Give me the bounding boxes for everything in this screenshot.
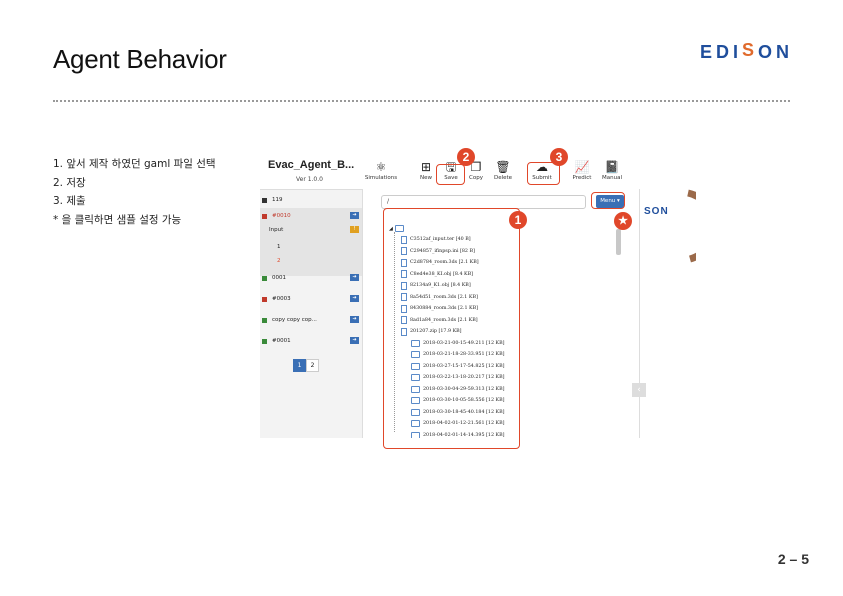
preview-panel: SON ‹ [632,189,696,438]
logo-arc-graphic [687,189,696,263]
status-icon [262,318,267,323]
preview-logo-text: SON [644,206,669,217]
save-highlight [436,164,465,185]
instruction-step-1: 1. 앞서 제작 하였던 gaml 파일 선택 [53,158,216,170]
predict-icon: 📈 [574,160,590,174]
menu-highlight [591,192,625,209]
arrow-icon[interactable]: ➜ [350,274,359,281]
prev-arrow-icon[interactable]: ‹ [632,383,646,397]
page-1-button[interactable]: 1 [293,359,306,372]
pagination: 1 2 [293,359,319,372]
file-tree-highlight [383,208,520,449]
arrow-icon[interactable]: ➜ [350,295,359,302]
page-number: 2 – 5 [777,551,809,567]
sidebar-subitem-input[interactable]: Input [269,227,283,233]
status-icon [262,214,267,219]
edison-logo: EDI S ON [700,40,794,62]
page-2-button[interactable]: 2 [306,359,319,372]
folder-icon [262,198,267,203]
app-version: Ver 1.0.0 [296,176,323,183]
path-input[interactable]: / [381,195,586,209]
arrow-icon[interactable]: ➜ [350,316,359,323]
instructions: 1. 앞서 제작 하였던 gaml 파일 선택 2. 저장 3. 제출 * 을 … [53,155,216,229]
app-title: Evac_Agent_B... [268,159,355,171]
callout-badge-1: 1 [509,211,527,229]
sidebar-subitem-2[interactable]: 2 [277,258,281,264]
sidebar-item-0003[interactable]: #0003 ➜ [260,291,362,311]
predict-button[interactable]: 📈 Predict [565,159,599,181]
book-icon: 📓 [604,160,620,174]
callout-badge-2: 2 [457,148,475,166]
instruction-step-3: 3. 제출 [53,195,86,207]
sidebar-item-copy[interactable]: copy copy cop... ➜ [260,312,362,332]
sidebar-item-0001b[interactable]: #0001 ➜ [260,333,362,353]
callout-badge-3: 3 [550,148,568,166]
manual-button[interactable]: 📓 Manual [595,159,629,181]
sidebar-item-0001[interactable]: 0001 ➜ [260,270,362,290]
arrow-icon[interactable]: ➜ [350,337,359,344]
delete-icon: 🗑 [495,160,511,174]
status-icon [262,297,267,302]
lock-icon[interactable]: ! [350,226,359,233]
delete-button[interactable]: 🗑 Delete [486,159,520,181]
title-divider [53,100,790,102]
status-icon [262,276,267,281]
instruction-note: * 을 클릭하면 샘플 설정 가능 [53,213,182,226]
instruction-step-2: 2. 저장 [53,176,86,189]
simulations-button[interactable]: ⚛ Simulations [364,159,398,181]
sidebar-subitem-1[interactable]: 1 [277,244,281,250]
sidebar: 119 #0010 ➜ ! Input 1 2 0001 ➜ #0003 ➜ c… [260,189,362,438]
simulations-icon: ⚛ [375,160,387,174]
slide-title: Agent Behavior [53,44,227,74]
status-icon [262,339,267,344]
sidebar-item-0010[interactable]: #0010 ➜ ! Input 1 2 [260,208,362,276]
up-arrow-icon[interactable]: ➜ [350,212,359,219]
callout-badge-star: ★ [614,212,632,230]
